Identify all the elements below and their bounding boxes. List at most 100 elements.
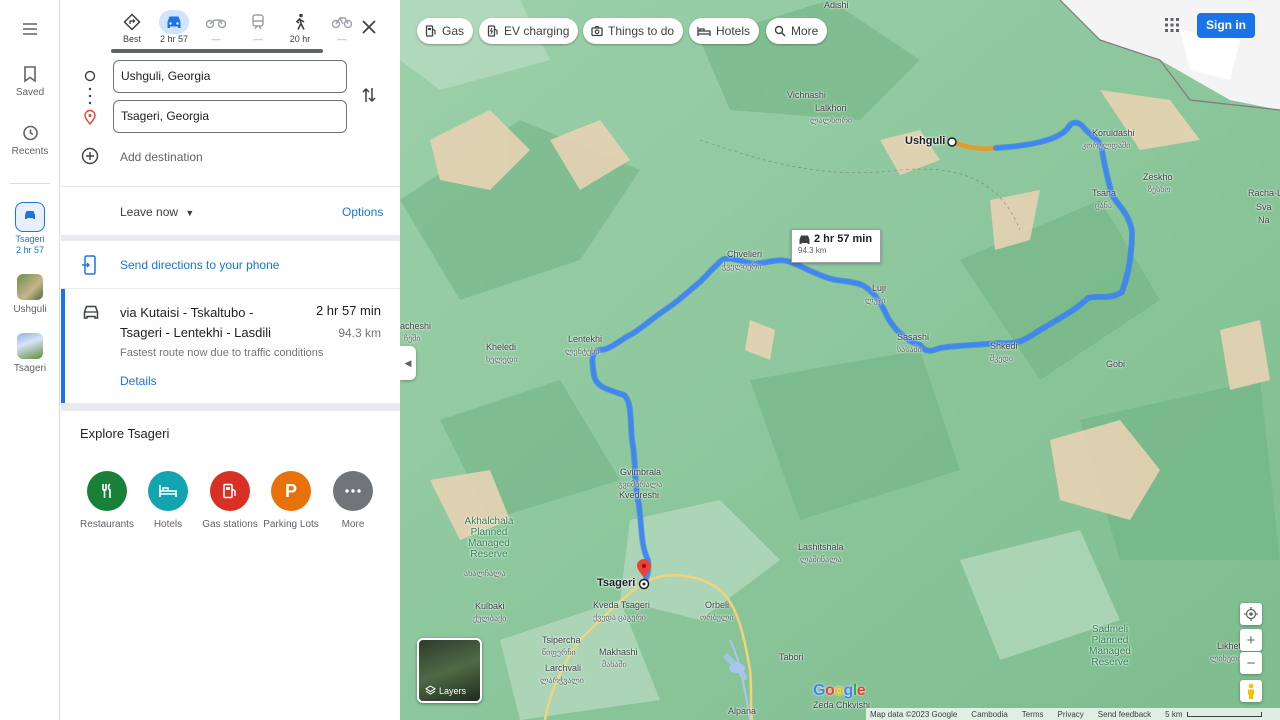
bicycle-icon — [331, 17, 353, 29]
rail-recent-tsageri[interactable]: Tsageri — [0, 333, 60, 374]
rail-active-route[interactable]: Tsageri 2 hr 57 — [0, 202, 60, 256]
layers-text: Layers — [439, 685, 467, 696]
label-shkedi-ka: შკედი — [990, 354, 1013, 363]
label-achreshi-ka: ჩეში — [404, 334, 421, 343]
chip-gas[interactable]: Gas — [417, 18, 474, 44]
divider — [61, 403, 400, 411]
footer-privacy[interactable]: Privacy — [1058, 710, 1084, 719]
rail-active-sub: 2 hr 57 — [15, 245, 45, 255]
label-koruldashi-ka: კორულდაში — [1082, 141, 1131, 150]
recents-button[interactable]: Recents — [0, 124, 60, 157]
footer-feedback[interactable]: Send feedback — [1098, 710, 1151, 719]
label-racha3: Na — [1258, 215, 1270, 225]
zoom-out-button[interactable]: − — [1240, 652, 1262, 674]
layers-icon — [425, 685, 436, 695]
label-kveda-tsageri-ka: ქვედა ცაგერი — [593, 613, 646, 622]
origin-input[interactable] — [121, 61, 339, 92]
close-icon — [362, 20, 376, 34]
chip-more[interactable]: More — [766, 18, 828, 44]
add-destination-label[interactable]: Add destination — [120, 150, 203, 164]
sign-in-button[interactable]: Sign in — [1197, 13, 1255, 38]
rail-recent-ushguli[interactable]: Ushguli — [0, 274, 60, 315]
footer-terms[interactable]: Terms — [1022, 710, 1044, 719]
footer-scale[interactable]: 5 km — [1165, 710, 1262, 719]
options-link[interactable]: Options — [342, 205, 383, 219]
mode-indicator-bar — [111, 49, 323, 53]
map-canvas[interactable]: Gas EV charging Things to do Hotels More… — [400, 0, 1280, 720]
hotel-icon — [697, 26, 711, 36]
chevron-left-icon: ◀ — [404, 357, 412, 368]
mode-walking[interactable]: 20 hr — [279, 10, 321, 44]
label-sadmeli-reserve: Sadmeli Planned Managed Reserve — [1089, 624, 1131, 668]
mode-driving[interactable]: 2 hr 57 — [153, 10, 195, 44]
town-tsageri[interactable]: Tsageri — [597, 577, 635, 589]
label-vichnashi: Vichnashi — [787, 90, 826, 100]
label-sasashi: Sasashi — [897, 332, 930, 342]
apps-grid-button[interactable] — [1164, 17, 1180, 38]
rail-divider — [10, 183, 50, 184]
label-shkedi: Shkedi — [990, 341, 1018, 351]
leave-now-dropdown[interactable]: Leave now ▼ — [120, 205, 194, 219]
label-likheti-ka: ლიხეთი — [1210, 654, 1242, 663]
category-restaurants[interactable]: Restaurants — [72, 471, 142, 530]
label-tabori: Tabori — [779, 652, 804, 662]
mode-motorcycle[interactable]: — — [195, 10, 237, 44]
left-rail: Saved Recents Tsageri 2 hr 57 Ushguli Ts… — [0, 0, 60, 720]
chip-hotels[interactable]: Hotels — [689, 18, 760, 44]
label-tsipercha-ka: წიფერჩი — [542, 648, 576, 657]
chip-things-to-do[interactable]: Things to do — [583, 18, 684, 44]
origin-field[interactable] — [113, 60, 347, 93]
category-more[interactable]: More — [318, 471, 388, 530]
mode-driving-label: 2 hr 57 — [159, 34, 189, 44]
label-kulbaki: Kulbaki — [475, 601, 505, 611]
label-gvimbrala: Gvimbrala — [620, 467, 662, 477]
send-to-phone-link[interactable]: Send directions to your phone — [120, 258, 279, 272]
destination-input[interactable] — [121, 101, 339, 132]
saved-button[interactable]: Saved — [0, 65, 60, 98]
label-kveda-tsageri: Kveda Tsageri — [593, 600, 650, 610]
label-zeskho-ka: ზესხო — [1148, 185, 1171, 194]
collapse-panel-button[interactable]: ◀ — [400, 346, 416, 380]
chip-gas-label: Gas — [442, 24, 465, 38]
mode-transit[interactable]: — — [237, 10, 279, 44]
label-lalkhori: Lalkhori — [815, 103, 847, 113]
street-view-pegman[interactable] — [1240, 680, 1262, 702]
bookmark-icon — [24, 66, 36, 83]
my-location-button[interactable] — [1240, 603, 1262, 625]
label-akhalchala-ka: ახალჩალა — [464, 569, 506, 578]
layers-button[interactable]: Layers — [417, 638, 482, 703]
label-tsana: Tsana — [1092, 188, 1117, 198]
pegman-icon — [1248, 683, 1254, 699]
label-kheledi: Kheledi — [486, 342, 517, 352]
plus-icon: + — [1246, 631, 1256, 649]
category-hotels[interactable]: Hotels — [133, 471, 203, 530]
menu-button[interactable] — [0, 20, 60, 42]
apps-grid-icon — [1165, 18, 1179, 32]
mode-cycling[interactable]: — — [321, 10, 363, 44]
category-gas-stations[interactable]: Gas stations — [195, 471, 265, 530]
label-orbeli-ka: ორბელი — [700, 613, 734, 622]
route-option-card[interactable]: via Kutaisi - Tskaltubo - Tsageri - Lent… — [61, 289, 400, 403]
camera-icon — [591, 25, 603, 37]
close-directions-button[interactable] — [358, 16, 380, 38]
zoom-in-button[interactable]: + — [1240, 629, 1262, 651]
route-details-link[interactable]: Details — [120, 374, 157, 388]
chip-ev-label: EV charging — [504, 24, 570, 38]
route-time-callout[interactable]: 2 hr 57 min 94.3 km — [791, 229, 881, 263]
town-ushguli[interactable]: Ushguli — [905, 135, 945, 147]
chip-hotels-label: Hotels — [716, 24, 751, 38]
divider — [61, 235, 400, 241]
label-orbeli: Orbeli — [705, 600, 730, 610]
add-destination-button[interactable] — [81, 147, 99, 170]
category-parking[interactable]: P Parking Lots — [256, 471, 326, 530]
gas-station-icon — [425, 25, 436, 37]
mode-best[interactable]: Best — [111, 10, 153, 44]
swap-button[interactable] — [361, 86, 377, 109]
gas-station-icon — [210, 471, 250, 511]
map-footer: Map data ©2023 Google Cambodia Terms Pri… — [866, 708, 1280, 720]
label-makhashi-ka: მახაში — [602, 660, 627, 669]
footer-country[interactable]: Cambodia — [971, 710, 1007, 719]
label-lentekhi-ka: ლენტეხი — [565, 347, 600, 356]
destination-field[interactable] — [113, 100, 347, 133]
chip-ev-charging[interactable]: EV charging — [479, 18, 579, 44]
